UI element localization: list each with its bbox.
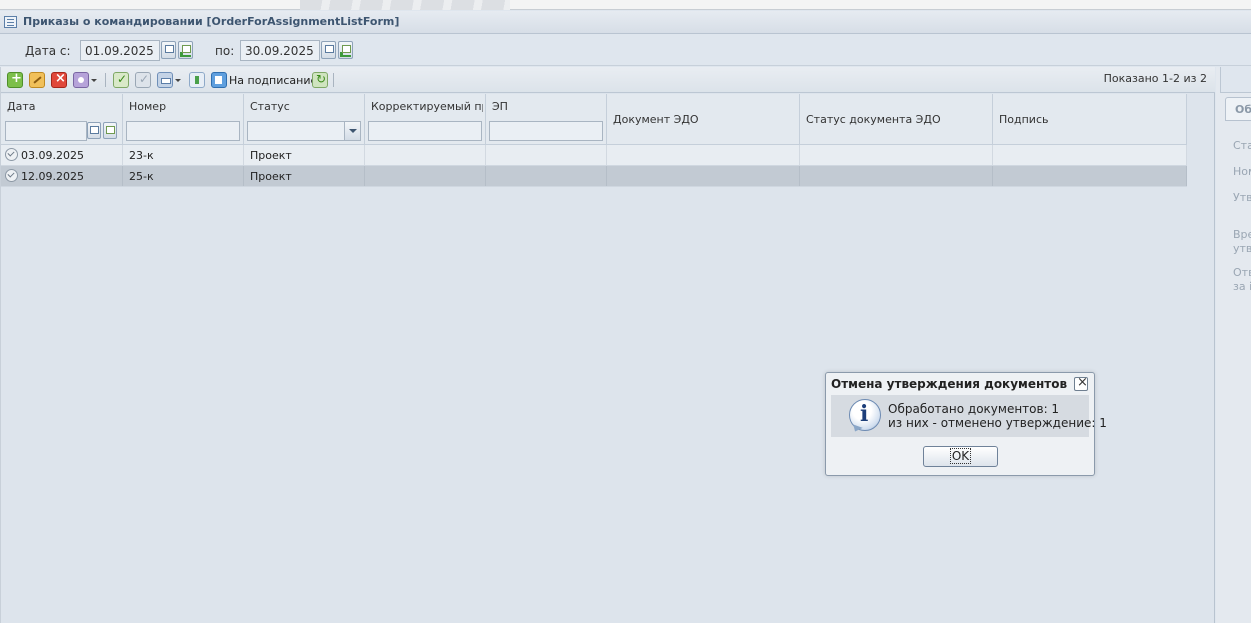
date-to-input[interactable]: 30.09.2025 xyxy=(240,40,320,61)
window-title: Приказы о командировании [OrderForAssign… xyxy=(23,15,400,28)
calendar-icon[interactable] xyxy=(161,41,176,59)
chevron-down-icon[interactable] xyxy=(91,79,97,82)
dialog-title: Отмена утверждения документов xyxy=(831,377,1068,391)
cell-ep xyxy=(486,166,607,186)
side-field-label: Ста xyxy=(1233,139,1251,152)
list-toolbar: На подписание Показано 1-2 из 2 xyxy=(1,67,1215,93)
table-row[interactable]: 03.09.2025 23-к Проект xyxy=(1,145,1187,166)
toolbar-separator xyxy=(333,73,334,87)
side-field-label: Вре xyxy=(1233,228,1251,241)
column-header-edo-document[interactable]: Документ ЭДО xyxy=(607,94,800,145)
chevron-down-icon[interactable] xyxy=(344,122,360,140)
cell-edo-status xyxy=(800,166,993,186)
edit-icon[interactable] xyxy=(29,72,45,88)
column-header-date[interactable]: Дата xyxy=(1,94,123,145)
number-filter-input[interactable] xyxy=(126,121,240,141)
status-filter-select[interactable] xyxy=(247,121,361,141)
clear-filter-icon[interactable] xyxy=(103,122,117,139)
list-form-icon xyxy=(4,16,17,28)
date-filter-bar: Дата с: 01.09.2025 по: 30.09.2025 xyxy=(0,35,1251,66)
dialog-message-area: Обработано документов: 1 из них - отмене… xyxy=(831,395,1107,437)
table-row-selected[interactable]: 12.09.2025 25-к Проект xyxy=(1,166,1187,187)
cell-ep xyxy=(486,145,607,165)
toolbar-separator xyxy=(105,73,106,87)
cell-status: Проект xyxy=(244,166,365,186)
cell-number: 25-к xyxy=(123,166,244,186)
cell-date: 03.09.2025 xyxy=(1,145,123,165)
date-from-input[interactable]: 01.09.2025 xyxy=(80,40,160,61)
calendar-icon[interactable] xyxy=(321,41,336,59)
cell-signature xyxy=(993,145,1187,165)
ok-button[interactable]: OK xyxy=(923,446,998,467)
row-status-icon xyxy=(5,169,18,182)
approve-icon[interactable] xyxy=(113,72,129,88)
cell-status: Проект xyxy=(244,145,365,165)
column-header-edo-status[interactable]: Статус документа ЭДО xyxy=(800,94,993,145)
row-status-icon xyxy=(5,148,18,161)
side-field-label: Отв xyxy=(1233,266,1251,279)
side-field-label: за і xyxy=(1233,280,1251,293)
side-field-label: утв xyxy=(1233,242,1251,255)
date-filter-input[interactable] xyxy=(5,121,87,141)
add-icon[interactable] xyxy=(7,71,23,88)
top-tab-strip xyxy=(0,0,1251,10)
cell-edo-document xyxy=(607,145,800,165)
cell-edo-status xyxy=(800,145,993,165)
column-header-ep[interactable]: ЭП xyxy=(486,94,607,145)
orders-grid: Дата Номер Статус Корректируемый пр... Э… xyxy=(1,94,1187,187)
cell-signature xyxy=(993,166,1187,186)
orders-list-panel: На подписание Показано 1-2 из 2 Дата Ном… xyxy=(0,67,1215,623)
calendar-icon[interactable] xyxy=(87,122,101,139)
send-to-sign-icon[interactable] xyxy=(211,72,227,88)
clear-date-icon[interactable] xyxy=(178,41,193,59)
export-icon[interactable] xyxy=(189,72,205,88)
dialog-message-line: из них - отменено утверждение: 1 xyxy=(888,416,1107,430)
side-field-label: Утв xyxy=(1233,191,1251,204)
date-from-label: Дата с: xyxy=(25,44,71,58)
clear-date-icon[interactable] xyxy=(338,41,353,59)
column-header-corrected[interactable]: Корректируемый пр... xyxy=(365,94,486,145)
cell-number: 23-к xyxy=(123,145,244,165)
cell-edo-document xyxy=(607,166,800,186)
corrected-filter-input[interactable] xyxy=(368,121,482,141)
delete-icon[interactable] xyxy=(51,71,67,88)
dialog-message-line: Обработано документов: 1 xyxy=(888,402,1060,416)
tab-strip-shade xyxy=(300,0,510,10)
column-header-number[interactable]: Номер xyxy=(123,94,244,145)
paging-info: Показано 1-2 из 2 xyxy=(1103,72,1207,85)
column-header-status[interactable]: Статус xyxy=(244,94,365,145)
tab-general[interactable]: Об xyxy=(1225,97,1251,121)
send-to-sign-button[interactable]: На подписание xyxy=(229,74,317,87)
cell-date: 12.09.2025 xyxy=(1,166,123,186)
window-titlebar: Приказы о командировании [OrderForAssign… xyxy=(0,11,1251,34)
actions-menu-icon[interactable] xyxy=(73,72,89,88)
side-panel-header xyxy=(1220,67,1251,93)
unapprove-result-dialog: Отмена утверждения документов Обработано… xyxy=(825,372,1107,476)
cell-corrected xyxy=(365,145,486,165)
chevron-down-icon[interactable] xyxy=(175,79,181,82)
close-icon[interactable] xyxy=(1074,375,1088,391)
side-field-label: Ном xyxy=(1233,165,1251,178)
info-icon xyxy=(849,399,881,431)
cell-corrected xyxy=(365,166,486,186)
refresh-icon[interactable] xyxy=(312,72,328,88)
grid-header: Дата Номер Статус Корректируемый пр... Э… xyxy=(1,94,1187,145)
ep-filter-input[interactable] xyxy=(489,121,603,141)
column-header-signature[interactable]: Подпись xyxy=(993,94,1187,145)
date-to-label: по: xyxy=(215,44,235,58)
unapprove-icon[interactable] xyxy=(135,72,151,88)
details-side-panel: Об Ста Ном Утв Вре утв Отв за і xyxy=(1216,67,1251,623)
print-icon[interactable] xyxy=(157,72,173,88)
